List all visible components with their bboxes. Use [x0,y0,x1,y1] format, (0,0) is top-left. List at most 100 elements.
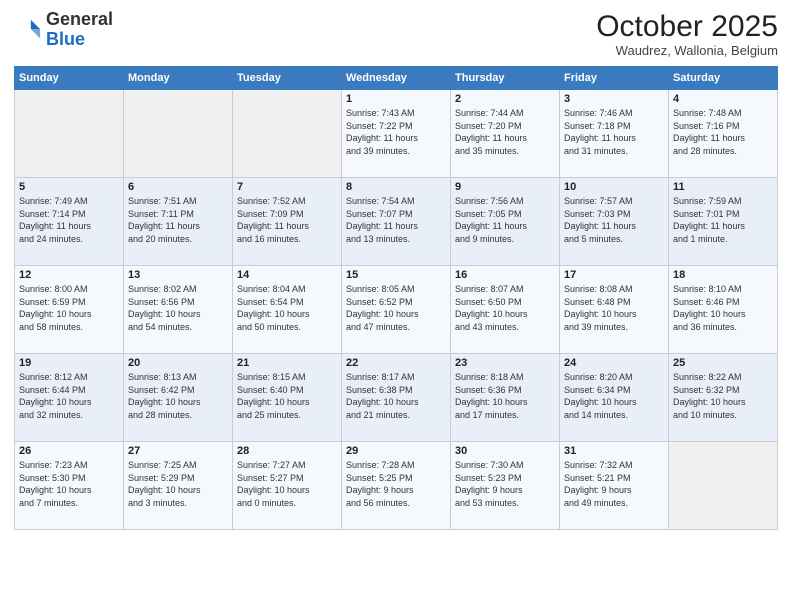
day-number: 2 [455,93,555,105]
calendar-cell [233,90,342,178]
calendar-cell: 29Sunrise: 7:28 AM Sunset: 5:25 PM Dayli… [342,442,451,530]
day-number: 10 [564,181,664,193]
day-number: 12 [19,269,119,281]
calendar-cell: 9Sunrise: 7:56 AM Sunset: 7:05 PM Daylig… [451,178,560,266]
day-number: 29 [346,445,446,457]
calendar-cell: 25 Sunrise: 8:22 AM Sunset: 6:32 PM Dayli… [669,354,778,442]
day-number: 21 [237,357,337,369]
day-number: 30 [455,445,555,457]
month-title: October 2025 [596,10,778,43]
day-info: Sunrise: 8:12 AM Sunset: 6:44 PM Dayligh… [19,371,119,421]
calendar-cell: 5Sunrise: 7:49 AM Sunset: 7:14 PM Daylig… [15,178,124,266]
day-info: Sunrise: 8:08 AM Sunset: 6:48 PM Dayligh… [564,283,664,333]
day-number: 19 [19,357,119,369]
day-number: 26 [19,445,119,457]
weekday-header-monday: Monday [124,67,233,90]
day-info: Sunrise: 8:20 AM Sunset: 6:34 PM Dayligh… [564,371,664,421]
day-info: Sunrise: 7:52 AM Sunset: 7:09 PM Dayligh… [237,195,337,245]
calendar-cell: 31 Sunrise: 7:32 AM Sunset: 5:21 PM Dayli… [560,442,669,530]
day-number: 17 [564,269,664,281]
day-number: 1 [346,93,446,105]
day-info: Sunrise: 8:17 AM Sunset: 6:38 PM Dayligh… [346,371,446,421]
day-info: Sunrise: 7:54 AM Sunset: 7:07 PM Dayligh… [346,195,446,245]
calendar-cell: 30Sunrise: 7:30 AM Sunset: 5:23 PM Dayli… [451,442,560,530]
day-number: 13 [128,269,228,281]
weekday-header-sunday: Sunday [15,67,124,90]
calendar-cell: 10Sunrise: 7:57 AM Sunset: 7:03 PM Dayli… [560,178,669,266]
day-info: Sunrise: 7:32 AM Sunset: 5:21 PM Dayligh… [564,459,664,509]
calendar-cell: 8 Sunrise: 7:54 AM Sunset: 7:07 PM Daylig… [342,178,451,266]
day-number: 31 [564,445,664,457]
day-number: 18 [673,269,773,281]
day-info: Sunrise: 8:04 AM Sunset: 6:54 PM Dayligh… [237,283,337,333]
day-info: Sunrise: 7:27 AM Sunset: 5:27 PM Dayligh… [237,459,337,509]
calendar-cell: 2 Sunrise: 7:44 AM Sunset: 7:20 PM Daylig… [451,90,560,178]
day-number: 9 [455,181,555,193]
calendar-cell: 11 Sunrise: 7:59 AM Sunset: 7:01 PM Dayli… [669,178,778,266]
day-info: Sunrise: 8:10 AM Sunset: 6:46 PM Dayligh… [673,283,773,333]
day-number: 4 [673,93,773,105]
logo-blue: Blue [46,29,85,49]
day-number: 11 [673,181,773,193]
calendar-cell: 17 Sunrise: 8:08 AM Sunset: 6:48 PM Dayli… [560,266,669,354]
calendar-week-4: 19 Sunrise: 8:12 AM Sunset: 6:44 PM Dayli… [15,354,778,442]
location-subtitle: Waudrez, Wallonia, Belgium [596,43,778,58]
day-info: Sunrise: 7:44 AM Sunset: 7:20 PM Dayligh… [455,107,555,157]
logo-icon [14,16,42,44]
weekday-header-tuesday: Tuesday [233,67,342,90]
calendar-table: SundayMondayTuesdayWednesdayThursdayFrid… [14,66,778,530]
calendar-week-1: 1 Sunrise: 7:43 AM Sunset: 7:22 PM Daylig… [15,90,778,178]
title-block: October 2025 Waudrez, Wallonia, Belgium [596,10,778,58]
logo: General Blue [14,10,113,50]
day-info: Sunrise: 7:59 AM Sunset: 7:01 PM Dayligh… [673,195,773,245]
day-number: 20 [128,357,228,369]
day-info: Sunrise: 7:43 AM Sunset: 7:22 PM Dayligh… [346,107,446,157]
calendar-cell: 28Sunrise: 7:27 AM Sunset: 5:27 PM Dayli… [233,442,342,530]
day-number: 25 [673,357,773,369]
day-number: 22 [346,357,446,369]
day-info: Sunrise: 7:23 AM Sunset: 5:30 PM Dayligh… [19,459,119,509]
calendar-cell: 14 Sunrise: 8:04 AM Sunset: 6:54 PM Dayli… [233,266,342,354]
weekday-header-saturday: Saturday [669,67,778,90]
day-number: 24 [564,357,664,369]
day-number: 15 [346,269,446,281]
calendar-cell: 20 Sunrise: 8:13 AM Sunset: 6:42 PM Dayli… [124,354,233,442]
calendar-cell: 15 Sunrise: 8:05 AM Sunset: 6:52 PM Dayli… [342,266,451,354]
day-info: Sunrise: 8:05 AM Sunset: 6:52 PM Dayligh… [346,283,446,333]
calendar-cell: 4Sunrise: 7:48 AM Sunset: 7:16 PM Daylig… [669,90,778,178]
weekday-header-wednesday: Wednesday [342,67,451,90]
day-info: Sunrise: 8:02 AM Sunset: 6:56 PM Dayligh… [128,283,228,333]
calendar-cell [124,90,233,178]
calendar-cell: 7 Sunrise: 7:52 AM Sunset: 7:09 PM Daylig… [233,178,342,266]
logo-text: General Blue [46,10,113,50]
calendar-cell: 23 Sunrise: 8:18 AM Sunset: 6:36 PM Dayli… [451,354,560,442]
day-info: Sunrise: 7:49 AM Sunset: 7:14 PM Dayligh… [19,195,119,245]
calendar-week-3: 12Sunrise: 8:00 AM Sunset: 6:59 PM Dayli… [15,266,778,354]
day-info: Sunrise: 8:22 AM Sunset: 6:32 PM Dayligh… [673,371,773,421]
weekday-header-thursday: Thursday [451,67,560,90]
calendar-container: General Blue October 2025 Waudrez, Wallo… [0,0,792,612]
day-number: 14 [237,269,337,281]
day-number: 6 [128,181,228,193]
calendar-cell [669,442,778,530]
day-number: 23 [455,357,555,369]
logo-general: General [46,9,113,29]
day-number: 8 [346,181,446,193]
day-info: Sunrise: 8:13 AM Sunset: 6:42 PM Dayligh… [128,371,228,421]
calendar-cell: 3Sunrise: 7:46 AM Sunset: 7:18 PM Daylig… [560,90,669,178]
calendar-cell: 26 Sunrise: 7:23 AM Sunset: 5:30 PM Dayli… [15,442,124,530]
day-info: Sunrise: 8:07 AM Sunset: 6:50 PM Dayligh… [455,283,555,333]
calendar-cell: 13 Sunrise: 8:02 AM Sunset: 6:56 PM Dayli… [124,266,233,354]
weekday-row: SundayMondayTuesdayWednesdayThursdayFrid… [15,67,778,90]
day-info: Sunrise: 7:25 AM Sunset: 5:29 PM Dayligh… [128,459,228,509]
day-number: 3 [564,93,664,105]
calendar-cell: 22 Sunrise: 8:17 AM Sunset: 6:38 PM Dayli… [342,354,451,442]
day-number: 16 [455,269,555,281]
day-number: 7 [237,181,337,193]
page-header: General Blue October 2025 Waudrez, Wallo… [14,10,778,58]
calendar-cell [15,90,124,178]
calendar-cell: 21Sunrise: 8:15 AM Sunset: 6:40 PM Dayli… [233,354,342,442]
calendar-body: 1 Sunrise: 7:43 AM Sunset: 7:22 PM Daylig… [15,90,778,530]
calendar-cell: 12Sunrise: 8:00 AM Sunset: 6:59 PM Dayli… [15,266,124,354]
day-info: Sunrise: 8:18 AM Sunset: 6:36 PM Dayligh… [455,371,555,421]
